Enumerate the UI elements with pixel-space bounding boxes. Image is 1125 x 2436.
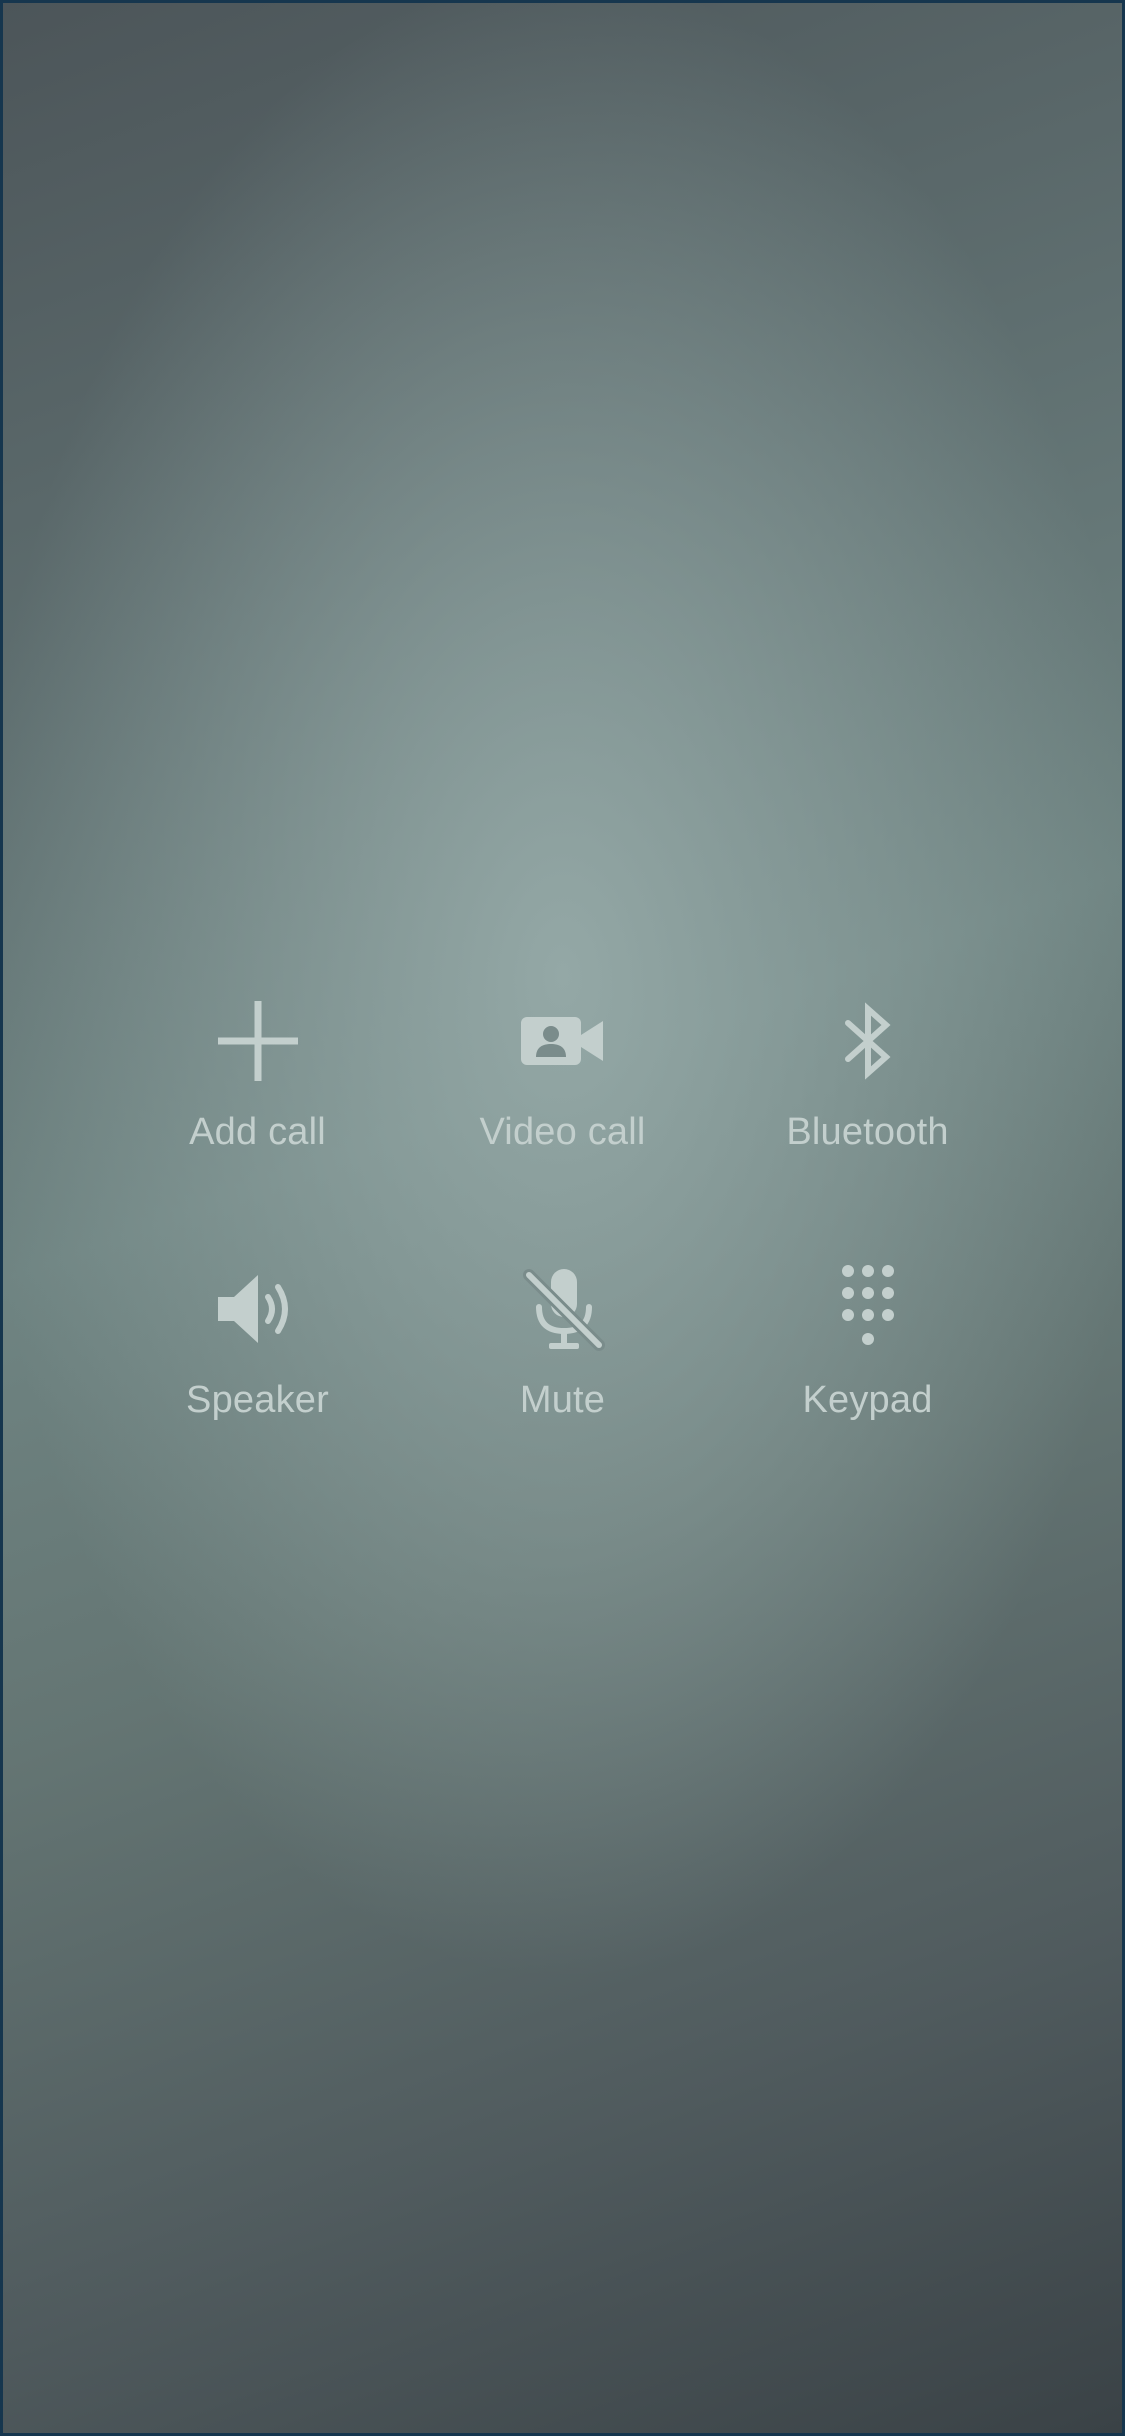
bluetooth-icon bbox=[820, 993, 916, 1089]
video-call-label: Video call bbox=[479, 1111, 646, 1153]
mute-label: Mute bbox=[519, 1379, 606, 1421]
speaker-button[interactable]: Speaker bbox=[105, 1261, 410, 1423]
add-call-label: Add call bbox=[189, 1111, 326, 1153]
plus-icon bbox=[210, 993, 306, 1089]
bluetooth-button[interactable]: Bluetooth bbox=[715, 993, 1020, 1155]
speaker-label: Speaker bbox=[186, 1379, 329, 1421]
add-call-button[interactable]: Add call bbox=[105, 993, 410, 1155]
mute-button[interactable]: Mute bbox=[410, 1261, 715, 1423]
keypad-button[interactable]: Keypad bbox=[715, 1261, 1020, 1423]
video-camera-icon bbox=[515, 993, 611, 1089]
keypad-label: Keypad bbox=[802, 1379, 933, 1421]
video-call-button[interactable]: Video call bbox=[410, 993, 715, 1155]
speaker-icon bbox=[210, 1261, 306, 1357]
call-screen: Add call Video call Bluetooth Speaker Mu… bbox=[0, 0, 1125, 2436]
in-call-controls: Add call Video call Bluetooth Speaker Mu… bbox=[3, 993, 1122, 1423]
dialpad-icon bbox=[820, 1261, 916, 1357]
bluetooth-label: Bluetooth bbox=[786, 1111, 949, 1153]
mic-off-icon bbox=[515, 1261, 611, 1357]
